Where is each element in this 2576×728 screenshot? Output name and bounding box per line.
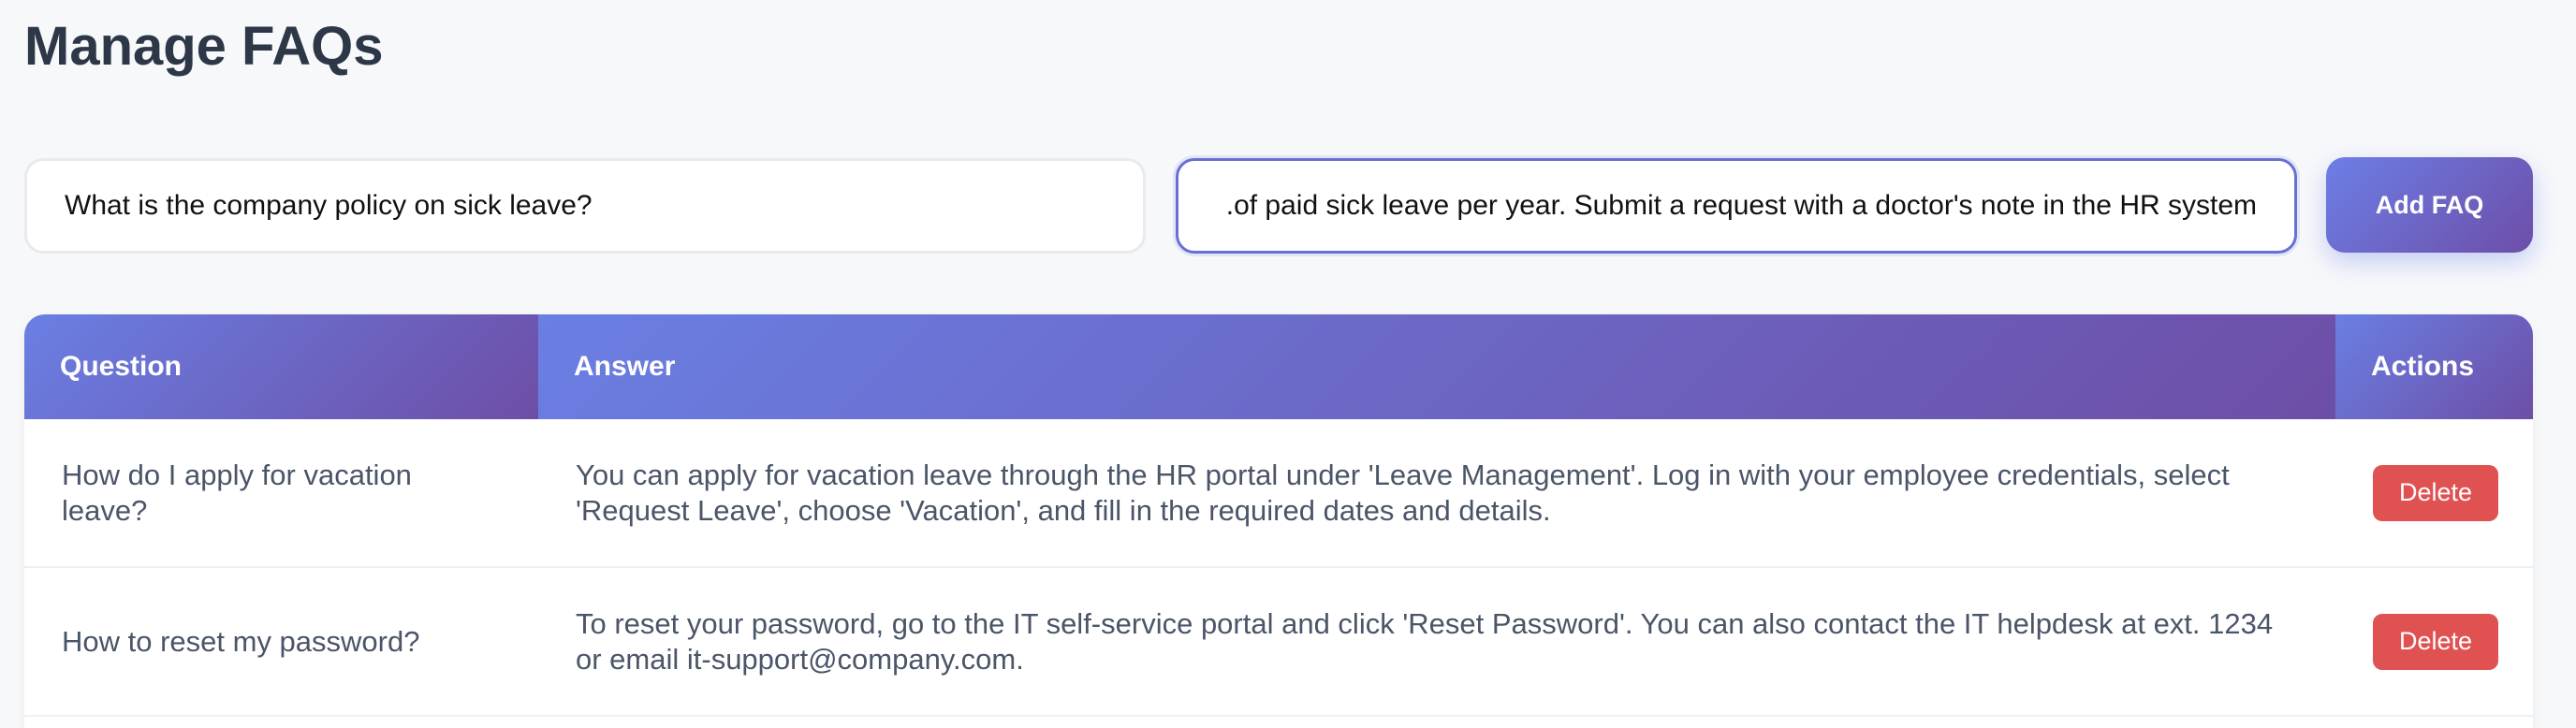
- question-input[interactable]: [24, 158, 1146, 254]
- faq-table-container: Question Answer Actions How do I apply f…: [24, 314, 2533, 728]
- actions-cell: Delete: [2335, 567, 2533, 717]
- add-faq-form: Add FAQ: [24, 157, 2533, 255]
- question-cell: How to reset my password?: [24, 567, 538, 717]
- answer-cell: To reset your password, go to the IT sel…: [538, 567, 2335, 717]
- question-cell: How do I apply for vacation leave?: [24, 419, 538, 568]
- column-header-answer: Answer: [538, 314, 2335, 419]
- delete-button[interactable]: Delete: [2373, 613, 2498, 670]
- add-faq-button[interactable]: Add FAQ: [2326, 157, 2533, 253]
- table-row: How to reset my password? To reset your …: [24, 567, 2533, 717]
- answer-input[interactable]: [1176, 158, 2297, 254]
- delete-button[interactable]: Delete: [2373, 464, 2498, 521]
- page-title: Manage FAQs: [24, 16, 384, 77]
- table-row: How do I apply for vacation leave? You c…: [24, 419, 2533, 568]
- column-header-actions: Actions: [2335, 314, 2533, 419]
- answer-cell: You can apply for vacation leave through…: [538, 419, 2335, 568]
- table-header-row: Question Answer Actions: [24, 314, 2533, 419]
- manage-faqs-page: Manage FAQs Add FAQ Question Answer Acti…: [0, 0, 2576, 728]
- actions-cell: Delete: [2335, 419, 2533, 568]
- faq-table: Question Answer Actions How do I apply f…: [24, 314, 2533, 717]
- column-header-question: Question: [24, 314, 538, 419]
